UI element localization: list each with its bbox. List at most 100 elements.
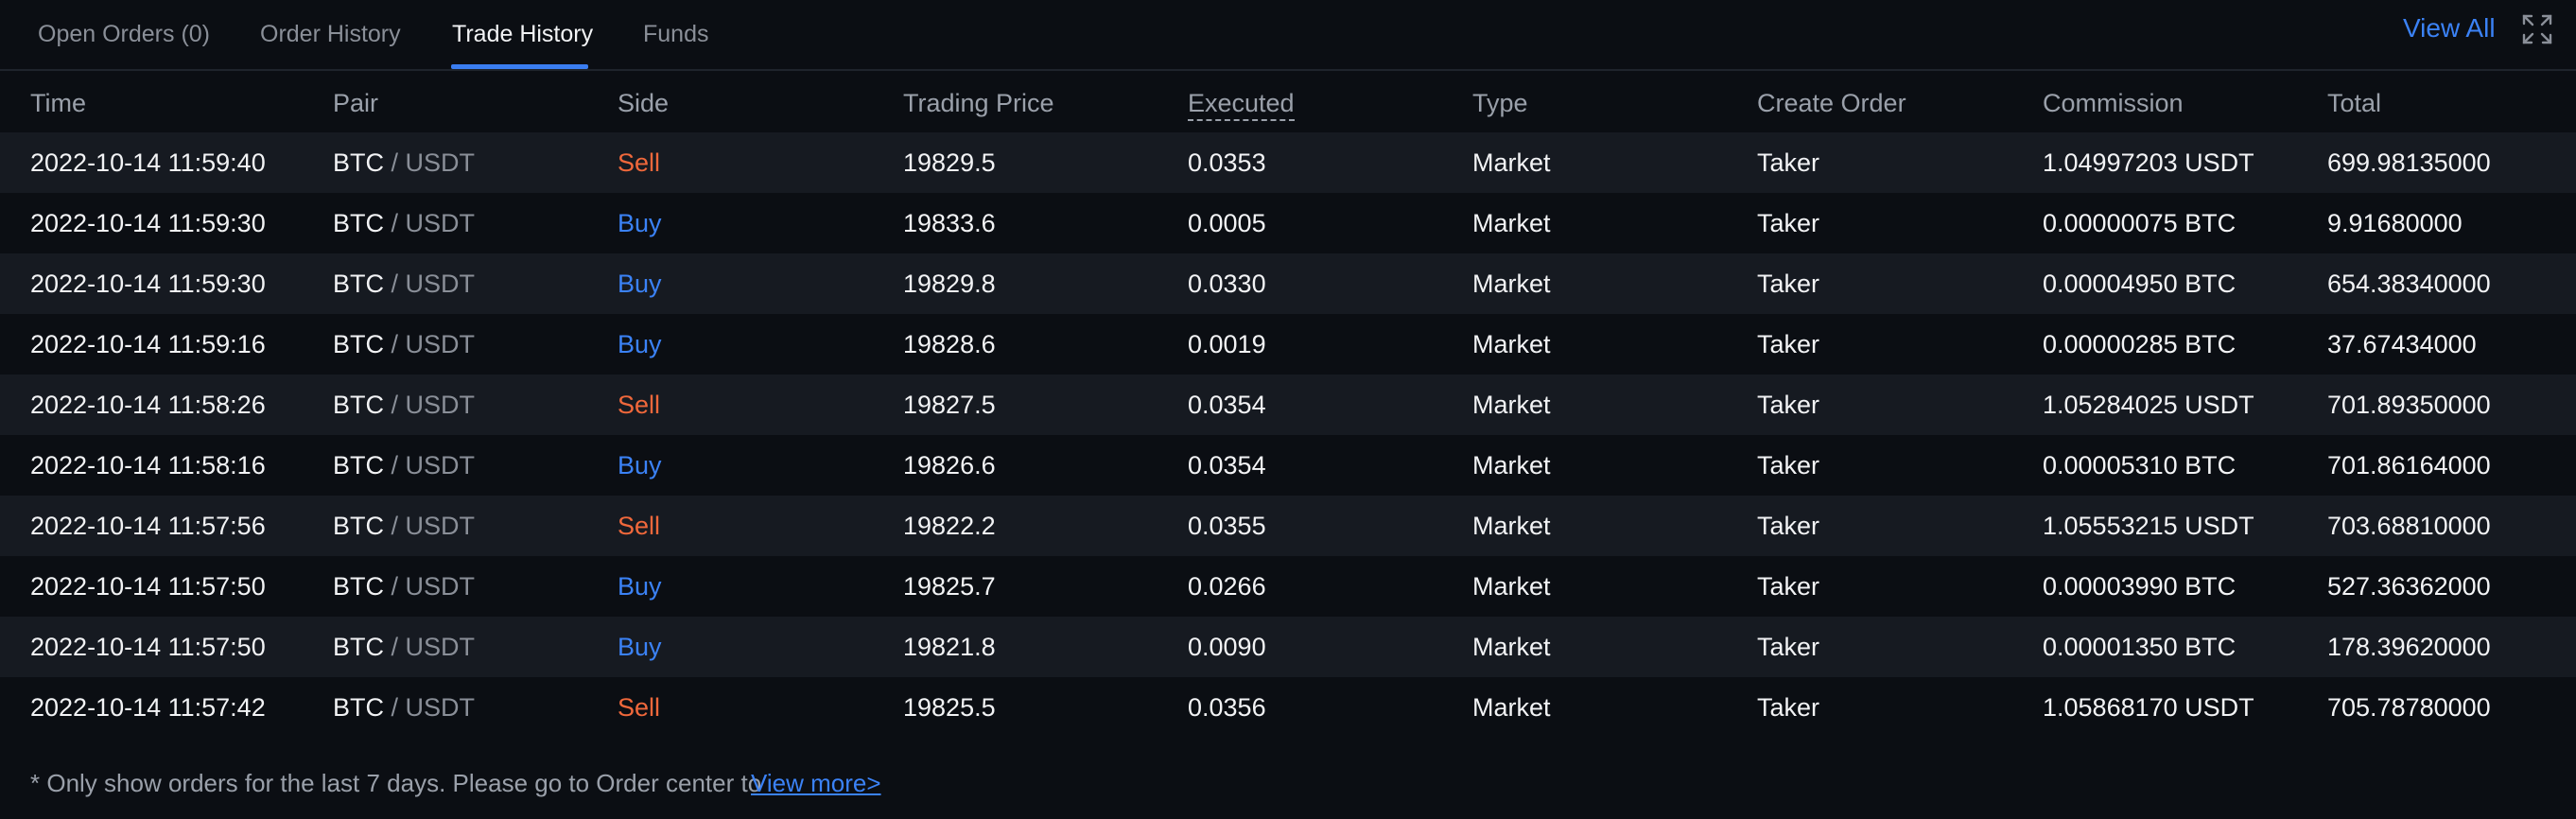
cell-time: 2022-10-14 11:57:56: [30, 512, 266, 540]
pair-separator: /: [384, 451, 406, 479]
pair-base: BTC: [333, 572, 384, 601]
cell-time: 2022-10-14 11:58:16: [30, 451, 266, 479]
tab-order-history[interactable]: Order History: [260, 0, 401, 69]
cell-commission: 1.05868170 USDT: [2043, 693, 2254, 722]
pair-base: BTC: [333, 451, 384, 479]
pair-base: BTC: [333, 512, 384, 540]
cell-trading-price: 19822.2: [903, 512, 996, 540]
cell-executed: 0.0354: [1188, 451, 1266, 479]
pair-base: BTC: [333, 270, 384, 298]
cell-time: 2022-10-14 11:59:30: [30, 209, 266, 237]
cell-trading-price: 19828.6: [903, 330, 996, 358]
pair-quote: USDT: [405, 391, 476, 419]
cell-trading-price: 19827.5: [903, 391, 996, 419]
cell-total: 527.36362000: [2327, 572, 2491, 601]
cell-executed: 0.0355: [1188, 512, 1266, 540]
col-create-order: Create Order: [1757, 89, 1906, 117]
cell-commission: 0.00005310 BTC: [2043, 451, 2237, 479]
view-all-link[interactable]: View All: [2403, 13, 2496, 47]
table-row: 2022-10-14 11:58:26 BTC / USDT Sell 19827.5…: [0, 375, 2576, 435]
table-row: 2022-10-14 11:57:56 BTC / USDT Sell 19822.2…: [0, 496, 2576, 556]
pair-quote: USDT: [405, 572, 476, 601]
cell-create-order: Taker: [1757, 270, 1820, 298]
cell-executed: 0.0353: [1188, 148, 1266, 177]
cell-executed: 0.0019: [1188, 330, 1266, 358]
table-header: Time Pair Side Trading Price Executed Ty…: [0, 78, 2576, 132]
cell-time: 2022-10-14 11:57:50: [30, 633, 266, 661]
cell-executed: 0.0354: [1188, 391, 1266, 419]
cell-create-order: Taker: [1757, 330, 1820, 358]
cell-executed: 0.0266: [1188, 572, 1266, 601]
cell-type: Market: [1472, 391, 1551, 419]
table-row: 2022-10-14 11:57:50 BTC / USDT Buy 19825.7 0…: [0, 556, 2576, 617]
cell-side: Sell: [618, 148, 661, 177]
tab-open-orders[interactable]: Open Orders (0): [38, 0, 210, 69]
pair-quote: USDT: [405, 633, 476, 661]
cell-trading-price: 19821.8: [903, 633, 996, 661]
col-trading-price: Trading Price: [903, 89, 1054, 117]
cell-total: 701.86164000: [2327, 451, 2491, 479]
col-type: Type: [1472, 89, 1528, 117]
table-row: 2022-10-14 11:59:30 BTC / USDT Buy 19833.6 0…: [0, 193, 2576, 253]
pair-base: BTC: [333, 209, 384, 237]
cell-total: 654.38340000: [2327, 270, 2491, 298]
col-commission: Commission: [2043, 89, 2184, 117]
pair-separator: /: [384, 209, 406, 237]
cell-side: Sell: [618, 512, 661, 540]
col-side: Side: [618, 89, 670, 117]
cell-type: Market: [1472, 693, 1551, 722]
expand-icon[interactable]: [2521, 13, 2553, 45]
pair-base: BTC: [333, 330, 384, 358]
cell-side: Sell: [618, 391, 661, 419]
pair-base: BTC: [333, 633, 384, 661]
pair-quote: USDT: [405, 330, 476, 358]
cell-type: Market: [1472, 209, 1551, 237]
pair-separator: /: [384, 512, 406, 540]
cell-commission: 0.00001350 BTC: [2043, 633, 2237, 661]
table-row: 2022-10-14 11:57:50 BTC / USDT Buy 19821.8 0…: [0, 617, 2576, 677]
pair-quote: USDT: [405, 512, 476, 540]
cell-commission: 1.05284025 USDT: [2043, 391, 2254, 419]
table-row: 2022-10-14 11:57:42 BTC / USDT Sell 19825.5…: [0, 677, 2576, 738]
cell-total: 705.78780000: [2327, 693, 2491, 722]
cell-total: 699.98135000: [2327, 148, 2491, 177]
cell-total: 701.89350000: [2327, 391, 2491, 419]
cell-executed: 0.0356: [1188, 693, 1266, 722]
pair-quote: USDT: [405, 451, 476, 479]
pair-separator: /: [384, 572, 406, 601]
cell-side: Sell: [618, 693, 661, 722]
tab-trade-history[interactable]: Trade History: [452, 0, 593, 69]
cell-commission: 0.00003990 BTC: [2043, 572, 2237, 601]
col-executed[interactable]: Executed: [1188, 89, 1295, 121]
cell-create-order: Taker: [1757, 693, 1820, 722]
cell-side: Buy: [618, 209, 662, 237]
cell-create-order: Taker: [1757, 633, 1820, 661]
cell-time: 2022-10-14 11:59:40: [30, 148, 266, 177]
pair-quote: USDT: [405, 148, 476, 177]
cell-trading-price: 19825.5: [903, 693, 996, 722]
cell-executed: 0.0005: [1188, 209, 1266, 237]
cell-type: Market: [1472, 330, 1551, 358]
trade-history-panel: Open Orders (0) Order History Trade Hist…: [0, 0, 2576, 819]
cell-type: Market: [1472, 512, 1551, 540]
cell-create-order: Taker: [1757, 512, 1820, 540]
cell-create-order: Taker: [1757, 391, 1820, 419]
cell-pair: BTC / USDT: [333, 209, 475, 238]
cell-total: 703.68810000: [2327, 512, 2491, 540]
cell-executed: 0.0330: [1188, 270, 1266, 298]
cell-pair: BTC / USDT: [333, 270, 475, 299]
cell-trading-price: 19829.8: [903, 270, 996, 298]
cell-executed: 0.0090: [1188, 633, 1266, 661]
cell-pair: BTC / USDT: [333, 693, 475, 723]
view-more-link[interactable]: View more>: [751, 769, 881, 798]
cell-commission: 1.04997203 USDT: [2043, 148, 2254, 177]
cell-create-order: Taker: [1757, 451, 1820, 479]
cell-time: 2022-10-14 11:58:26: [30, 391, 266, 419]
cell-side: Buy: [618, 270, 662, 298]
footnote-text: * Only show orders for the last 7 days. …: [30, 769, 762, 797]
cell-type: Market: [1472, 572, 1551, 601]
tab-funds[interactable]: Funds: [643, 0, 708, 69]
cell-pair: BTC / USDT: [333, 330, 475, 359]
pair-separator: /: [384, 148, 406, 177]
cell-side: Buy: [618, 330, 662, 358]
